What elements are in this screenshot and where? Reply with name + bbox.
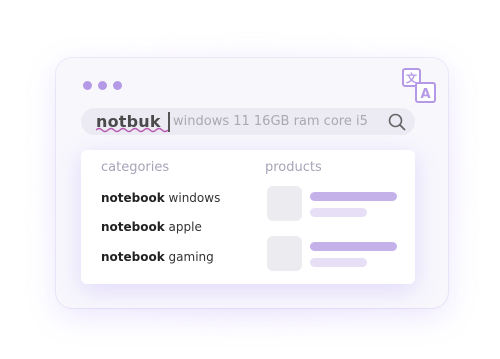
product-title-placeholder xyxy=(310,242,397,251)
window-dot[interactable] xyxy=(83,81,92,90)
product-thumbnail[interactable] xyxy=(267,236,302,271)
spellcheck-underline xyxy=(96,127,168,133)
product-subtitle-placeholder xyxy=(310,208,367,217)
category-rest: apple xyxy=(164,220,202,234)
translate-icon[interactable]: 文 A xyxy=(401,68,437,104)
window-dot[interactable] xyxy=(113,81,122,90)
search-icon[interactable] xyxy=(388,113,406,131)
product-thumbnail[interactable] xyxy=(267,186,302,221)
product-subtitle-placeholder xyxy=(310,258,367,267)
category-rest: gaming xyxy=(164,250,214,264)
category-item-apple[interactable]: notebook apple xyxy=(101,220,202,234)
category-bold: notebook xyxy=(101,191,165,205)
window-dot[interactable] xyxy=(98,81,107,90)
category-item-gaming[interactable]: notebook gaming xyxy=(101,250,214,264)
products-header: products xyxy=(265,160,322,175)
search-autocomplete-text: windows 11 16GB ram core i5 xyxy=(173,114,368,129)
svg-text:A: A xyxy=(420,87,430,102)
categories-header: categories xyxy=(101,160,170,175)
category-rest: windows xyxy=(164,191,221,205)
category-bold: notebook xyxy=(101,220,165,234)
product-title-placeholder xyxy=(310,192,397,201)
window-controls xyxy=(83,81,122,90)
category-item-windows[interactable]: notebook windows xyxy=(101,191,220,205)
category-bold: notebook xyxy=(101,250,165,264)
text-caret xyxy=(168,112,170,132)
